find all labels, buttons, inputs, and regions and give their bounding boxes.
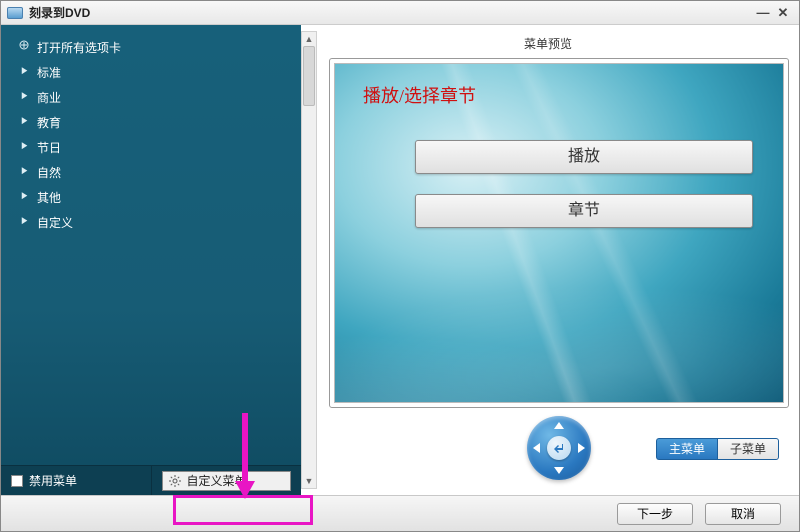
sidebar: 打开所有选项卡 标准 商业 教育 节日 自然 其他 自定义 禁用菜单	[1, 25, 301, 495]
sidebar-item-other[interactable]: 其他	[21, 185, 301, 210]
expand-all-icon	[19, 40, 29, 50]
sub-menu-tab[interactable]: 子菜单	[717, 438, 779, 460]
sidebar-list: 打开所有选项卡 标准 商业 教育 节日 自然 其他 自定义	[1, 25, 301, 235]
enter-icon	[552, 441, 566, 455]
main-panel: ▲ ▼ 菜单预览 播放/选择章节 播放 章节	[301, 25, 799, 495]
sidebar-item-label: 标准	[37, 66, 61, 80]
sidebar-item-standard[interactable]: 标准	[21, 60, 301, 85]
sidebar-item-education[interactable]: 教育	[21, 110, 301, 135]
cancel-button[interactable]: 取消	[705, 503, 781, 525]
sidebar-item-label: 商业	[37, 91, 61, 105]
dpad-right-button[interactable]	[578, 443, 585, 453]
app-icon	[7, 7, 23, 19]
gear-icon	[169, 475, 181, 487]
dpad-enter-button[interactable]	[547, 436, 571, 460]
sidebar-item-open-all[interactable]: 打开所有选项卡	[21, 35, 301, 60]
minimize-button[interactable]: —	[753, 5, 773, 20]
main-menu-tab[interactable]: 主菜单	[656, 438, 717, 460]
window-title: 刻录到DVD	[29, 4, 753, 21]
sidebar-item-label: 教育	[37, 116, 61, 130]
sidebar-item-nature[interactable]: 自然	[21, 160, 301, 185]
disable-menu-label: 禁用菜单	[29, 472, 77, 489]
sidebar-item-custom[interactable]: 自定义	[21, 210, 301, 235]
sidebar-item-label: 其他	[37, 191, 61, 205]
menu-switch: 主菜单 子菜单	[656, 438, 779, 460]
sidebar-bottom-bar: 禁用菜单 自定义菜单	[1, 465, 301, 495]
menu-heading: 播放/选择章节	[363, 82, 476, 108]
sidebar-item-label: 打开所有选项卡	[37, 41, 121, 55]
scroll-up-icon[interactable]: ▲	[302, 32, 316, 46]
menu-chapter-button[interactable]: 章节	[415, 194, 753, 228]
scroll-down-icon[interactable]: ▼	[302, 474, 316, 488]
disable-menu-checkbox[interactable]	[11, 475, 23, 487]
customize-menu-button[interactable]: 自定义菜单	[162, 471, 292, 491]
dpad-left-button[interactable]	[533, 443, 540, 453]
sidebar-item-label: 节日	[37, 141, 61, 155]
menu-preview: 播放/选择章节 播放 章节	[334, 63, 784, 403]
scrollbar-thumb[interactable]	[303, 46, 315, 106]
menu-play-button[interactable]: 播放	[415, 140, 753, 174]
dpad-down-button[interactable]	[554, 467, 564, 474]
preview-controls: 主菜单 子菜单	[329, 416, 789, 480]
close-button[interactable]: ✕	[773, 5, 793, 21]
template-scrollbar[interactable]: ▲ ▼	[301, 31, 317, 489]
sidebar-item-label: 自定义	[37, 216, 73, 230]
app-window: 刻录到DVD — ✕ 打开所有选项卡 标准 商业 教育 节日 自然 其他 自定义	[0, 0, 800, 532]
dpad-up-button[interactable]	[554, 422, 564, 429]
disable-menu-group: 禁用菜单	[1, 466, 152, 495]
titlebar: 刻录到DVD — ✕	[1, 1, 799, 25]
sidebar-item-business[interactable]: 商业	[21, 85, 301, 110]
dpad	[527, 416, 591, 480]
preview-title: 菜单预览	[307, 31, 789, 58]
next-button[interactable]: 下一步	[617, 503, 693, 525]
footer: 下一步 取消	[1, 495, 799, 531]
sidebar-item-label: 自然	[37, 166, 61, 180]
preview-frame: 播放/选择章节 播放 章节	[329, 58, 789, 408]
customize-menu-label: 自定义菜单	[187, 472, 247, 489]
sidebar-item-holiday[interactable]: 节日	[21, 135, 301, 160]
